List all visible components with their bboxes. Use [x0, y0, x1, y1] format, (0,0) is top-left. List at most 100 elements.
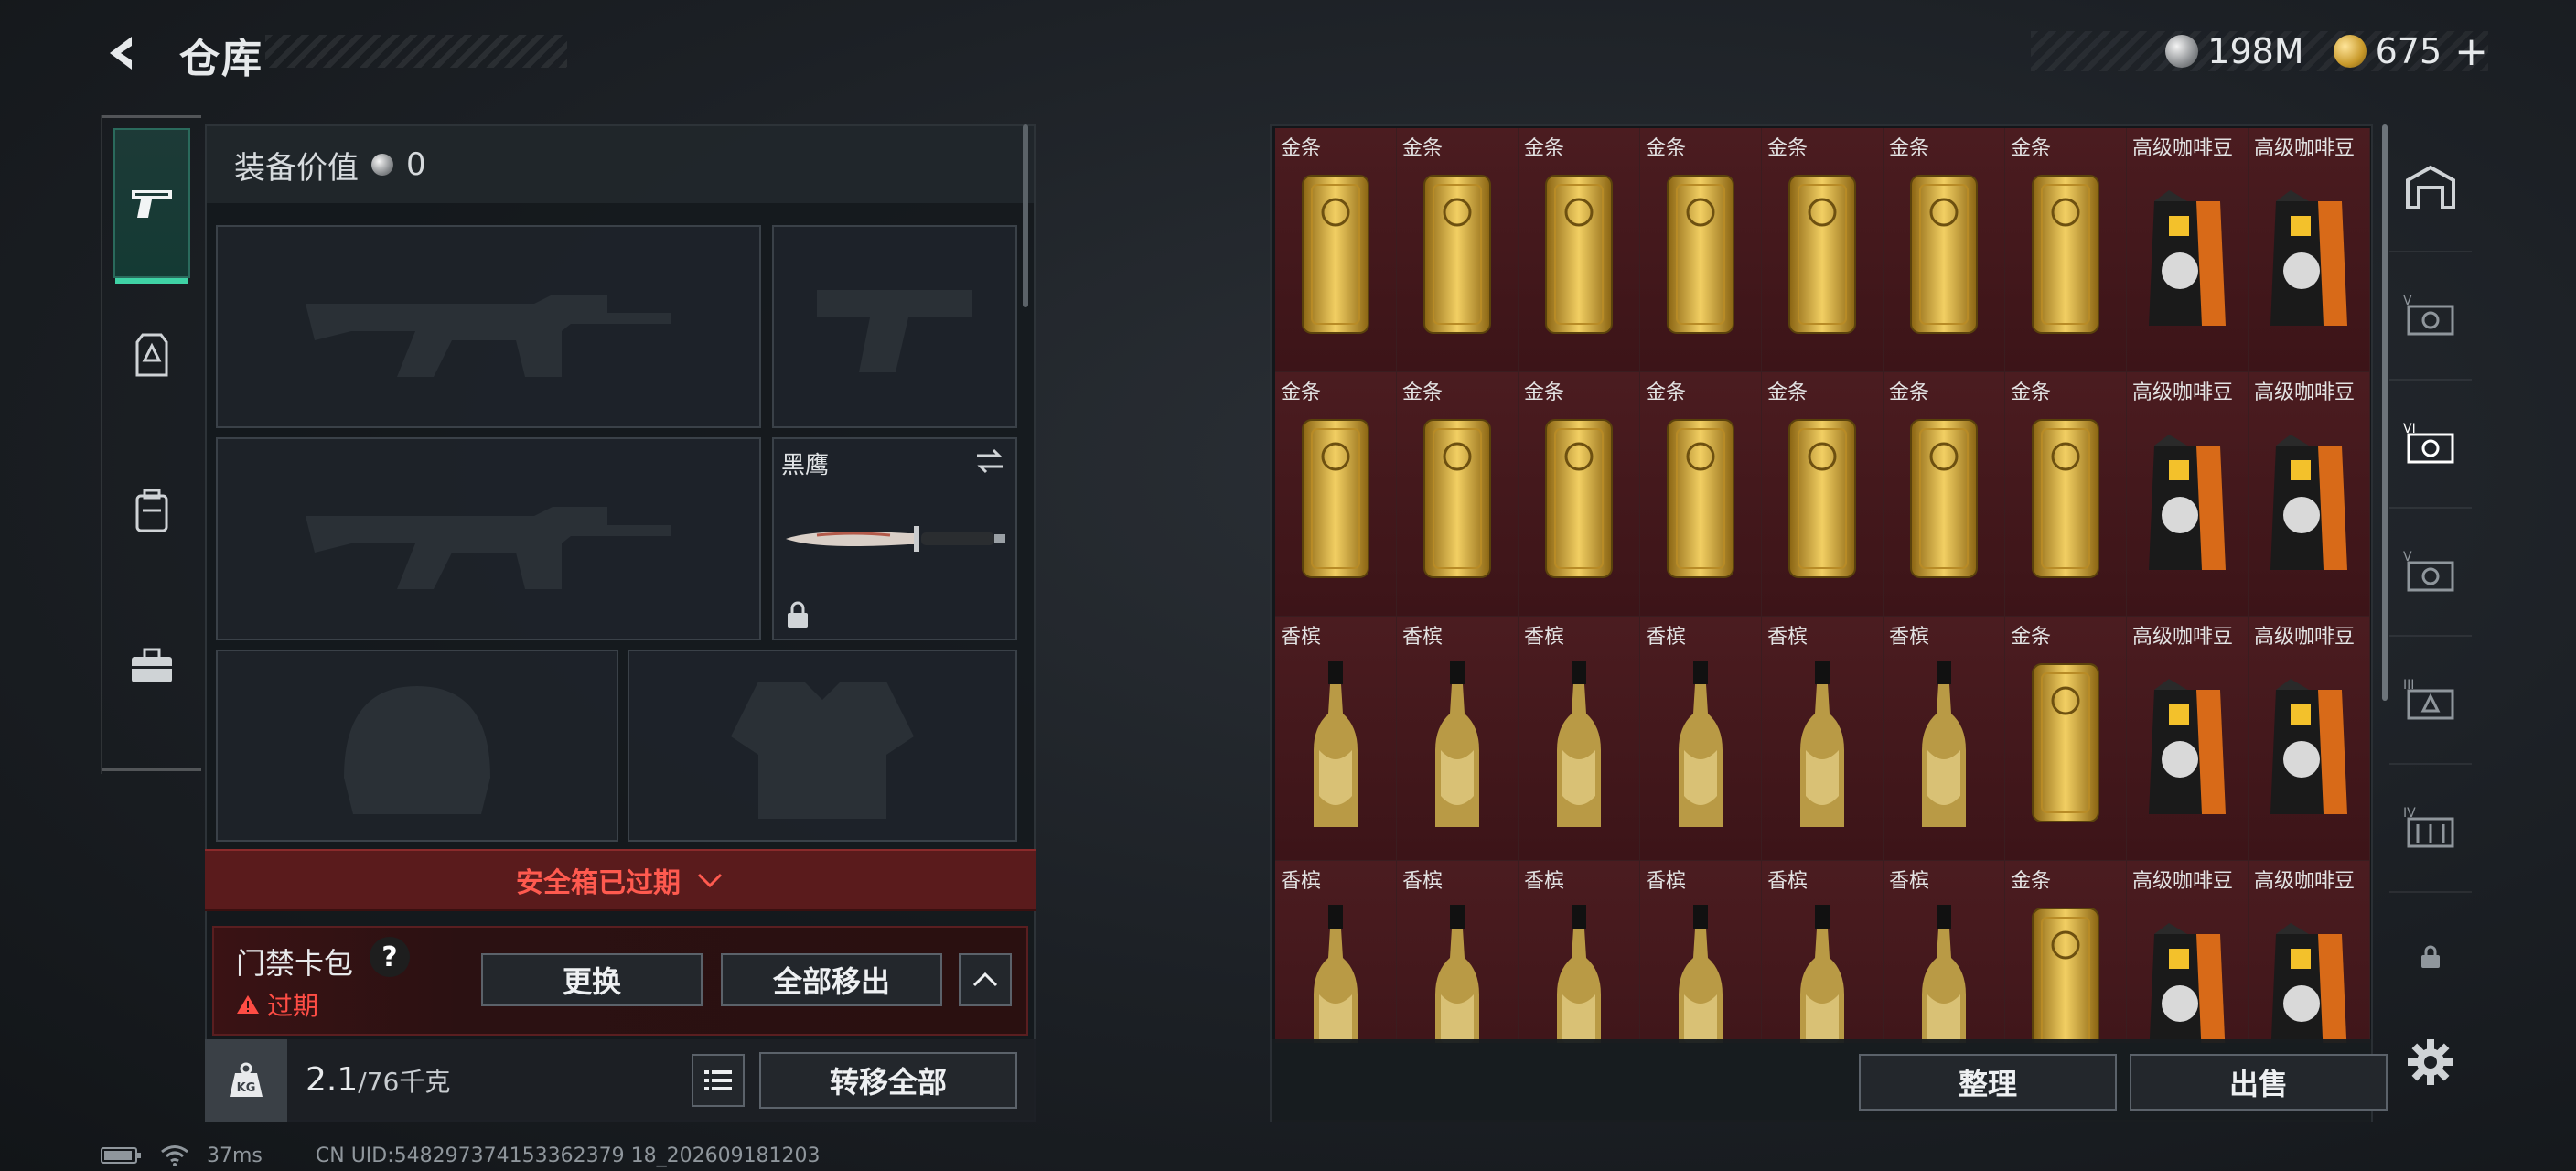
- storage-item-cell[interactable]: 金条: [1519, 372, 1640, 617]
- storage-item-cell[interactable]: 香槟: [1519, 617, 1640, 861]
- champagne-bottle-icon: [1800, 661, 1844, 827]
- warehouse-tab-5b[interactable]: V: [2389, 509, 2472, 637]
- gold-bar-icon: [1910, 419, 1978, 578]
- pistol-silhouette-icon: [817, 290, 972, 372]
- storage-item-cell[interactable]: 金条: [1397, 372, 1519, 617]
- storage-item-cell[interactable]: 香槟: [1275, 617, 1397, 861]
- body-armor-slot[interactable]: [628, 650, 1017, 842]
- gear-icon: [2408, 1039, 2453, 1085]
- storage-scrollbar[interactable]: [2382, 124, 2388, 701]
- storage-item-cell[interactable]: 高级咖啡豆: [2127, 128, 2249, 372]
- melee-weapon-slot[interactable]: 黑鹰: [772, 437, 1017, 640]
- warehouse-tab-6[interactable]: VI: [2389, 381, 2472, 509]
- move-all-out-button[interactable]: 全部移出: [721, 953, 942, 1006]
- storage-item-cell[interactable]: 香槟: [1275, 861, 1397, 1043]
- back-button[interactable]: [95, 27, 150, 79]
- secondary-weapon-slot[interactable]: [216, 437, 761, 640]
- storage-item-cell[interactable]: 高级咖啡豆: [2249, 861, 2370, 1043]
- gold-bar-icon: [1788, 175, 1856, 334]
- equipment-scrollbar[interactable]: [1023, 124, 1028, 307]
- storage-item-cell[interactable]: 香槟: [1884, 861, 2005, 1043]
- item-name: 金条: [1524, 137, 1565, 160]
- tab-armor[interactable]: [113, 280, 190, 430]
- current-weight: 2.1: [306, 1061, 359, 1099]
- collapse-button[interactable]: [959, 953, 1012, 1006]
- storage-item-cell[interactable]: 金条: [1640, 372, 1762, 617]
- storage-item-cell[interactable]: 金条: [1275, 372, 1397, 617]
- pistol-slot[interactable]: [772, 225, 1017, 428]
- warehouse-tab-5[interactable]: V: [2389, 252, 2472, 381]
- tab-backpack[interactable]: [113, 435, 190, 586]
- storage-item-cell[interactable]: 金条: [1884, 128, 2005, 372]
- wifi-icon: [161, 1145, 188, 1166]
- storage-item-cell[interactable]: 金条: [1275, 128, 1397, 372]
- locked-warehouse-tab[interactable]: [2389, 893, 2472, 1021]
- silver-currency-value: 198M: [2207, 31, 2304, 71]
- item-name: 香槟: [1646, 626, 1687, 649]
- gold-bar-icon: [1423, 419, 1491, 578]
- tab-case[interactable]: [113, 591, 190, 741]
- storage-item-cell[interactable]: 香槟: [1762, 861, 1884, 1043]
- gold-bar-icon: [1302, 419, 1369, 578]
- storage-item-cell[interactable]: 高级咖啡豆: [2249, 617, 2370, 861]
- storage-item-cell[interactable]: 高级咖啡豆: [2127, 617, 2249, 861]
- storage-item-cell[interactable]: 香槟: [1397, 617, 1519, 861]
- silver-currency[interactable]: 198M: [2165, 31, 2304, 71]
- rifle-silhouette-icon: [306, 507, 671, 589]
- gold-currency[interactable]: 675 +: [2333, 28, 2488, 75]
- item-name: 金条: [2011, 137, 2052, 160]
- storage-item-cell[interactable]: 香槟: [1884, 617, 2005, 861]
- item-name: 金条: [1524, 381, 1565, 404]
- storage-item-cell[interactable]: 金条: [1762, 372, 1884, 617]
- storage-item-cell[interactable]: 金条: [1640, 128, 1762, 372]
- storage-item-cell[interactable]: 香槟: [1519, 861, 1640, 1043]
- item-name: 香槟: [1767, 870, 1809, 893]
- storage-item-cell[interactable]: 高级咖啡豆: [2127, 861, 2249, 1043]
- item-name: 高级咖啡豆: [2132, 137, 2234, 160]
- lock-icon: [788, 601, 808, 628]
- storage-item-cell[interactable]: 金条: [2005, 372, 2127, 617]
- max-weight: /76千克: [358, 1067, 451, 1097]
- add-currency-button[interactable]: +: [2454, 28, 2488, 75]
- storage-box-icon: V: [2403, 550, 2454, 592]
- storage-item-cell[interactable]: 高级咖啡豆: [2127, 372, 2249, 617]
- storage-item-cell[interactable]: 香槟: [1640, 617, 1762, 861]
- transfer-all-button[interactable]: 转移全部: [759, 1052, 1017, 1109]
- storage-item-cell[interactable]: 金条: [1397, 128, 1519, 372]
- currency-bar: 198M 675 +: [2031, 28, 2488, 75]
- warehouse-tab-4[interactable]: IV: [2389, 765, 2472, 893]
- champagne-bottle-icon: [1922, 661, 1966, 827]
- armor-icon: [135, 333, 168, 377]
- swap-icon[interactable]: [973, 446, 1006, 476]
- coffee-bean-bag-icon: [2270, 679, 2347, 814]
- item-name: 香槟: [1402, 626, 1444, 649]
- champagne-bottle-icon: [1314, 661, 1358, 827]
- sort-button[interactable]: 整理: [1859, 1054, 2117, 1111]
- helmet-slot[interactable]: [216, 650, 618, 842]
- primary-weapon-slot[interactable]: [216, 225, 761, 428]
- category-rail: [101, 115, 201, 774]
- storage-item-cell[interactable]: 金条: [1762, 128, 1884, 372]
- melee-weapon-name: 黑鹰: [781, 452, 830, 479]
- storage-item-cell[interactable]: 高级咖啡豆: [2249, 128, 2370, 372]
- storage-item-cell[interactable]: 香槟: [1640, 861, 1762, 1043]
- settings-button[interactable]: [2399, 1030, 2463, 1094]
- storage-item-cell[interactable]: 香槟: [1762, 617, 1884, 861]
- gold-bar-icon: [1667, 175, 1734, 334]
- sell-button[interactable]: 出售: [2130, 1054, 2388, 1111]
- list-view-button[interactable]: [692, 1054, 745, 1107]
- storage-item-cell[interactable]: 金条: [1884, 372, 2005, 617]
- tab-weapons[interactable]: [113, 128, 190, 284]
- storage-item-cell[interactable]: 高级咖啡豆: [2249, 372, 2370, 617]
- safe-box-expired-bar[interactable]: 安全箱已过期: [205, 849, 1036, 911]
- replace-button[interactable]: 更换: [481, 953, 703, 1006]
- warehouse-overview-tab[interactable]: [2389, 124, 2472, 252]
- storage-item-cell[interactable]: 香槟: [1397, 861, 1519, 1043]
- warehouse-tab-3[interactable]: III: [2389, 637, 2472, 765]
- item-name: 香槟: [1281, 870, 1322, 893]
- help-icon[interactable]: ?: [370, 937, 410, 977]
- storage-item-cell[interactable]: 金条: [1519, 128, 1640, 372]
- storage-item-cell[interactable]: 金条: [2005, 861, 2127, 1043]
- storage-item-cell[interactable]: 金条: [2005, 617, 2127, 861]
- storage-item-cell[interactable]: 金条: [2005, 128, 2127, 372]
